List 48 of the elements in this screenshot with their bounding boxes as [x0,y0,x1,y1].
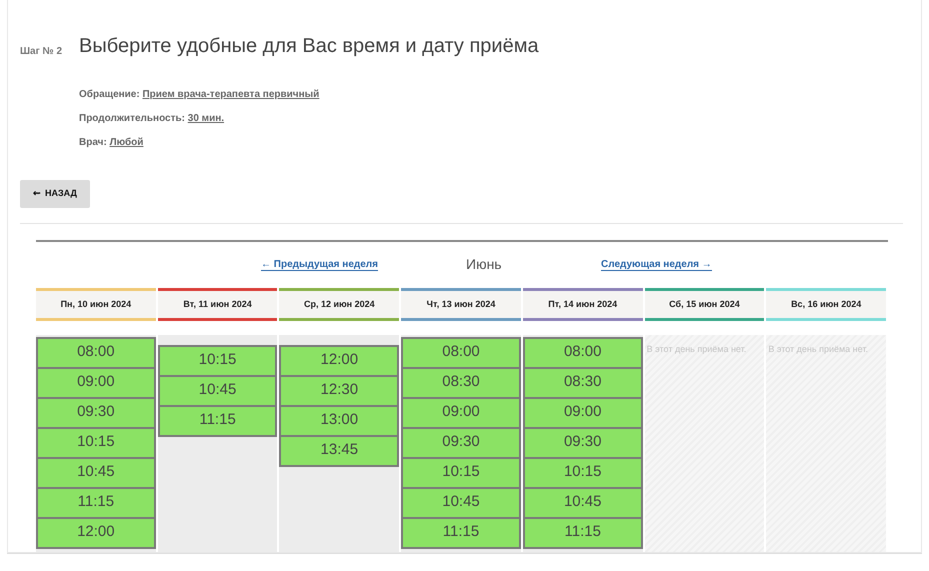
time-slot-button[interactable]: 10:45 [158,374,278,406]
time-slot-button[interactable]: 12:00 [279,344,400,376]
day-header: Вс, 16 июн 2024 [766,288,886,320]
detail-label: Врач: [79,137,107,148]
back-button[interactable]: ⇜ НАЗАД [20,180,90,208]
time-slot-button[interactable]: 08:00 [522,336,643,368]
time-slot-button[interactable]: 09:30 [522,426,643,458]
time-slot-button[interactable]: 09:00 [401,396,521,428]
time-slot-button[interactable]: 10:45 [401,486,521,518]
time-slot-button[interactable]: 12:00 [36,516,156,548]
time-slot-button[interactable]: 08:00 [401,336,521,368]
time-slot-button[interactable]: 10:15 [522,456,643,488]
day-header: Чт, 13 июн 2024 [401,288,521,320]
time-slot-button[interactable]: 10:45 [36,456,156,488]
day-header: Пн, 10 июн 2024 [36,288,156,320]
time-slot-button[interactable]: 08:30 [401,366,521,398]
time-slot-button[interactable]: 09:30 [401,426,521,458]
time-slot-button[interactable]: 11:15 [36,486,156,518]
time-slot-button[interactable]: 08:30 [522,366,643,398]
detail-label: Обращение: [79,89,140,100]
step-label: Шаг № 2 [20,45,64,59]
detail-link[interactable]: Любой [110,137,144,148]
day-header: Сб, 15 июн 2024 [644,288,764,320]
detail-label: Продолжительность: [79,113,185,124]
next-week-link[interactable]: Следующая неделя → [601,259,712,271]
time-slot-button[interactable]: 08:00 [36,336,156,368]
page-title: Выберите удобные для Вас время и дату приёма [79,34,539,59]
time-slot-button[interactable]: 12:30 [279,374,400,406]
back-icon: ⇜ [33,187,41,200]
time-slot-button[interactable]: 09:30 [36,396,156,428]
detail-link[interactable]: 30 мин. [188,113,224,124]
time-slot-button[interactable]: 10:45 [522,486,643,518]
time-slot-button[interactable]: 11:15 [522,516,643,548]
time-slot-button[interactable]: 09:00 [36,366,156,398]
day-header: Вт, 11 июн 2024 [158,288,278,320]
time-slot-button[interactable]: 10:15 [401,456,521,488]
time-slot-button[interactable]: 13:00 [279,404,400,436]
time-slot-button[interactable]: 10:15 [158,344,278,376]
time-slot-button[interactable]: 13:45 [279,434,400,466]
time-slot-button[interactable]: 11:15 [158,404,278,436]
time-slot-button[interactable]: 10:15 [36,426,156,458]
day-header: Ср, 12 июн 2024 [279,288,400,320]
time-slot-button[interactable]: 09:00 [522,396,643,428]
month-label: Июнь [466,256,502,272]
detail-link[interactable]: Прием врача-терапевта первичный [142,89,320,100]
previous-week-link[interactable]: ← Предыдущая неделя [261,259,378,271]
day-header: Пт, 14 июн 2024 [522,288,643,320]
time-slot-button[interactable]: 11:15 [401,516,521,548]
